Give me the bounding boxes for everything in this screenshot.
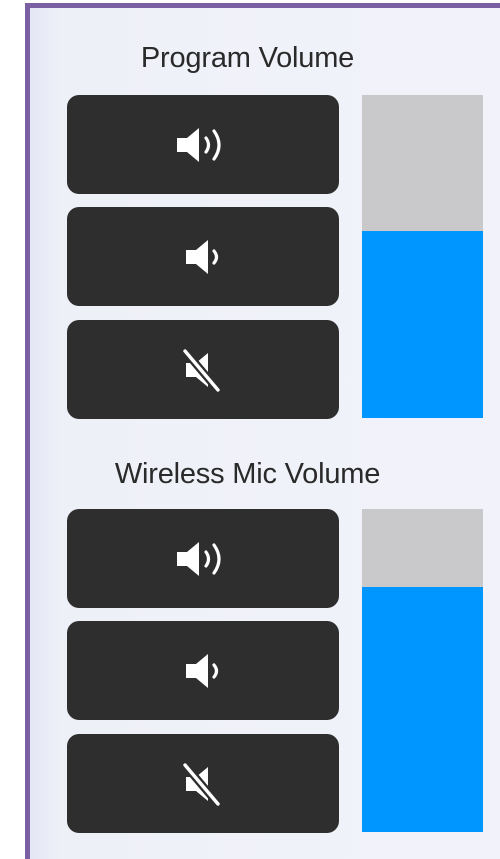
volume-up-icon: [177, 127, 221, 162]
mic-volume-meter[interactable]: [362, 509, 483, 832]
program-volume-up-button[interactable]: [67, 95, 339, 194]
volume-down-icon: [186, 239, 219, 274]
program-volume-down-button[interactable]: [67, 207, 339, 306]
mic-volume-title: Wireless Mic Volume: [114, 458, 381, 490]
mute-icon: [181, 346, 222, 394]
mic-volume-down-button[interactable]: [67, 621, 339, 720]
program-volume-title: Program Volume: [140, 42, 355, 74]
mic-volume-up-button[interactable]: [67, 509, 339, 608]
program-volume-meter[interactable]: [362, 95, 483, 418]
program-volume-level: [362, 230, 483, 418]
mic-mute-button[interactable]: [67, 734, 339, 833]
volume-up-icon: [177, 541, 221, 576]
volume-down-icon: [186, 653, 219, 688]
program-mute-button[interactable]: [67, 320, 339, 419]
mute-icon: [181, 760, 222, 808]
mic-volume-level: [362, 586, 483, 832]
